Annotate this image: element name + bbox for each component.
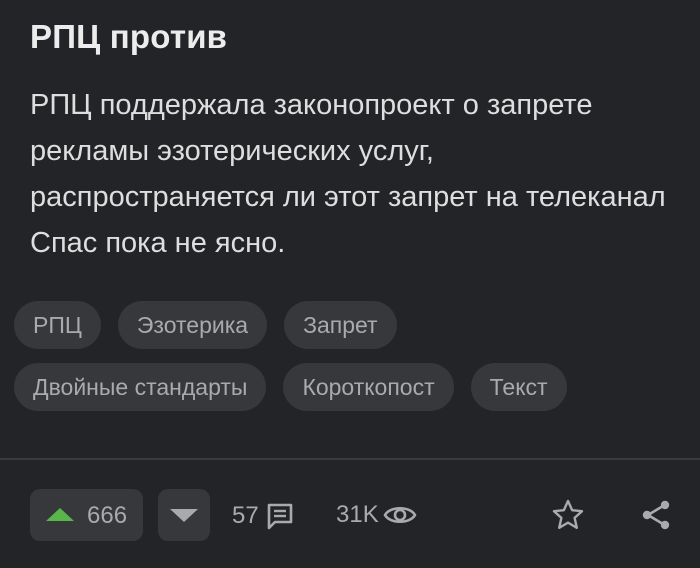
- post-title[interactable]: РПЦ против: [30, 18, 227, 56]
- divider: [0, 458, 700, 460]
- post-body: РПЦ поддержала законопроект о запрете ре…: [30, 89, 666, 259]
- tag-ban[interactable]: Запрет: [284, 301, 397, 349]
- eye-icon: [383, 501, 417, 529]
- views-count: 31K: [336, 501, 379, 528]
- arrow-down-icon: [170, 509, 198, 522]
- tag-shortpost[interactable]: Короткопост: [283, 363, 454, 411]
- comment-icon: [265, 501, 295, 531]
- comments-count: 57: [232, 502, 259, 529]
- upvote-button[interactable]: 666: [30, 489, 143, 541]
- post-actions: 666 57 31K: [0, 489, 700, 541]
- tag-row: Двойные стандарты Короткопост Текст: [14, 363, 684, 411]
- comments-button[interactable]: 57: [232, 501, 295, 531]
- tag-list: РПЦ Эзотерика Запрет Двойные стандарты К…: [14, 301, 684, 425]
- share-icon: [638, 497, 674, 533]
- save-button[interactable]: [550, 497, 586, 533]
- rating-count: 666: [87, 502, 128, 529]
- star-icon: [550, 497, 586, 533]
- tag-rpc[interactable]: РПЦ: [14, 301, 101, 349]
- arrow-up-icon: [46, 508, 74, 521]
- views-counter: 31K: [336, 501, 417, 529]
- tag-text[interactable]: Текст: [470, 363, 567, 411]
- tag-double-standards[interactable]: Двойные стандарты: [14, 363, 267, 411]
- tag-row: РПЦ Эзотерика Запрет: [14, 301, 684, 349]
- tag-esoterics[interactable]: Эзотерика: [117, 301, 268, 349]
- share-button[interactable]: [638, 497, 674, 533]
- downvote-button[interactable]: [158, 489, 210, 541]
- post-card: РПЦ против РПЦ поддержала законопроект о…: [0, 0, 700, 568]
